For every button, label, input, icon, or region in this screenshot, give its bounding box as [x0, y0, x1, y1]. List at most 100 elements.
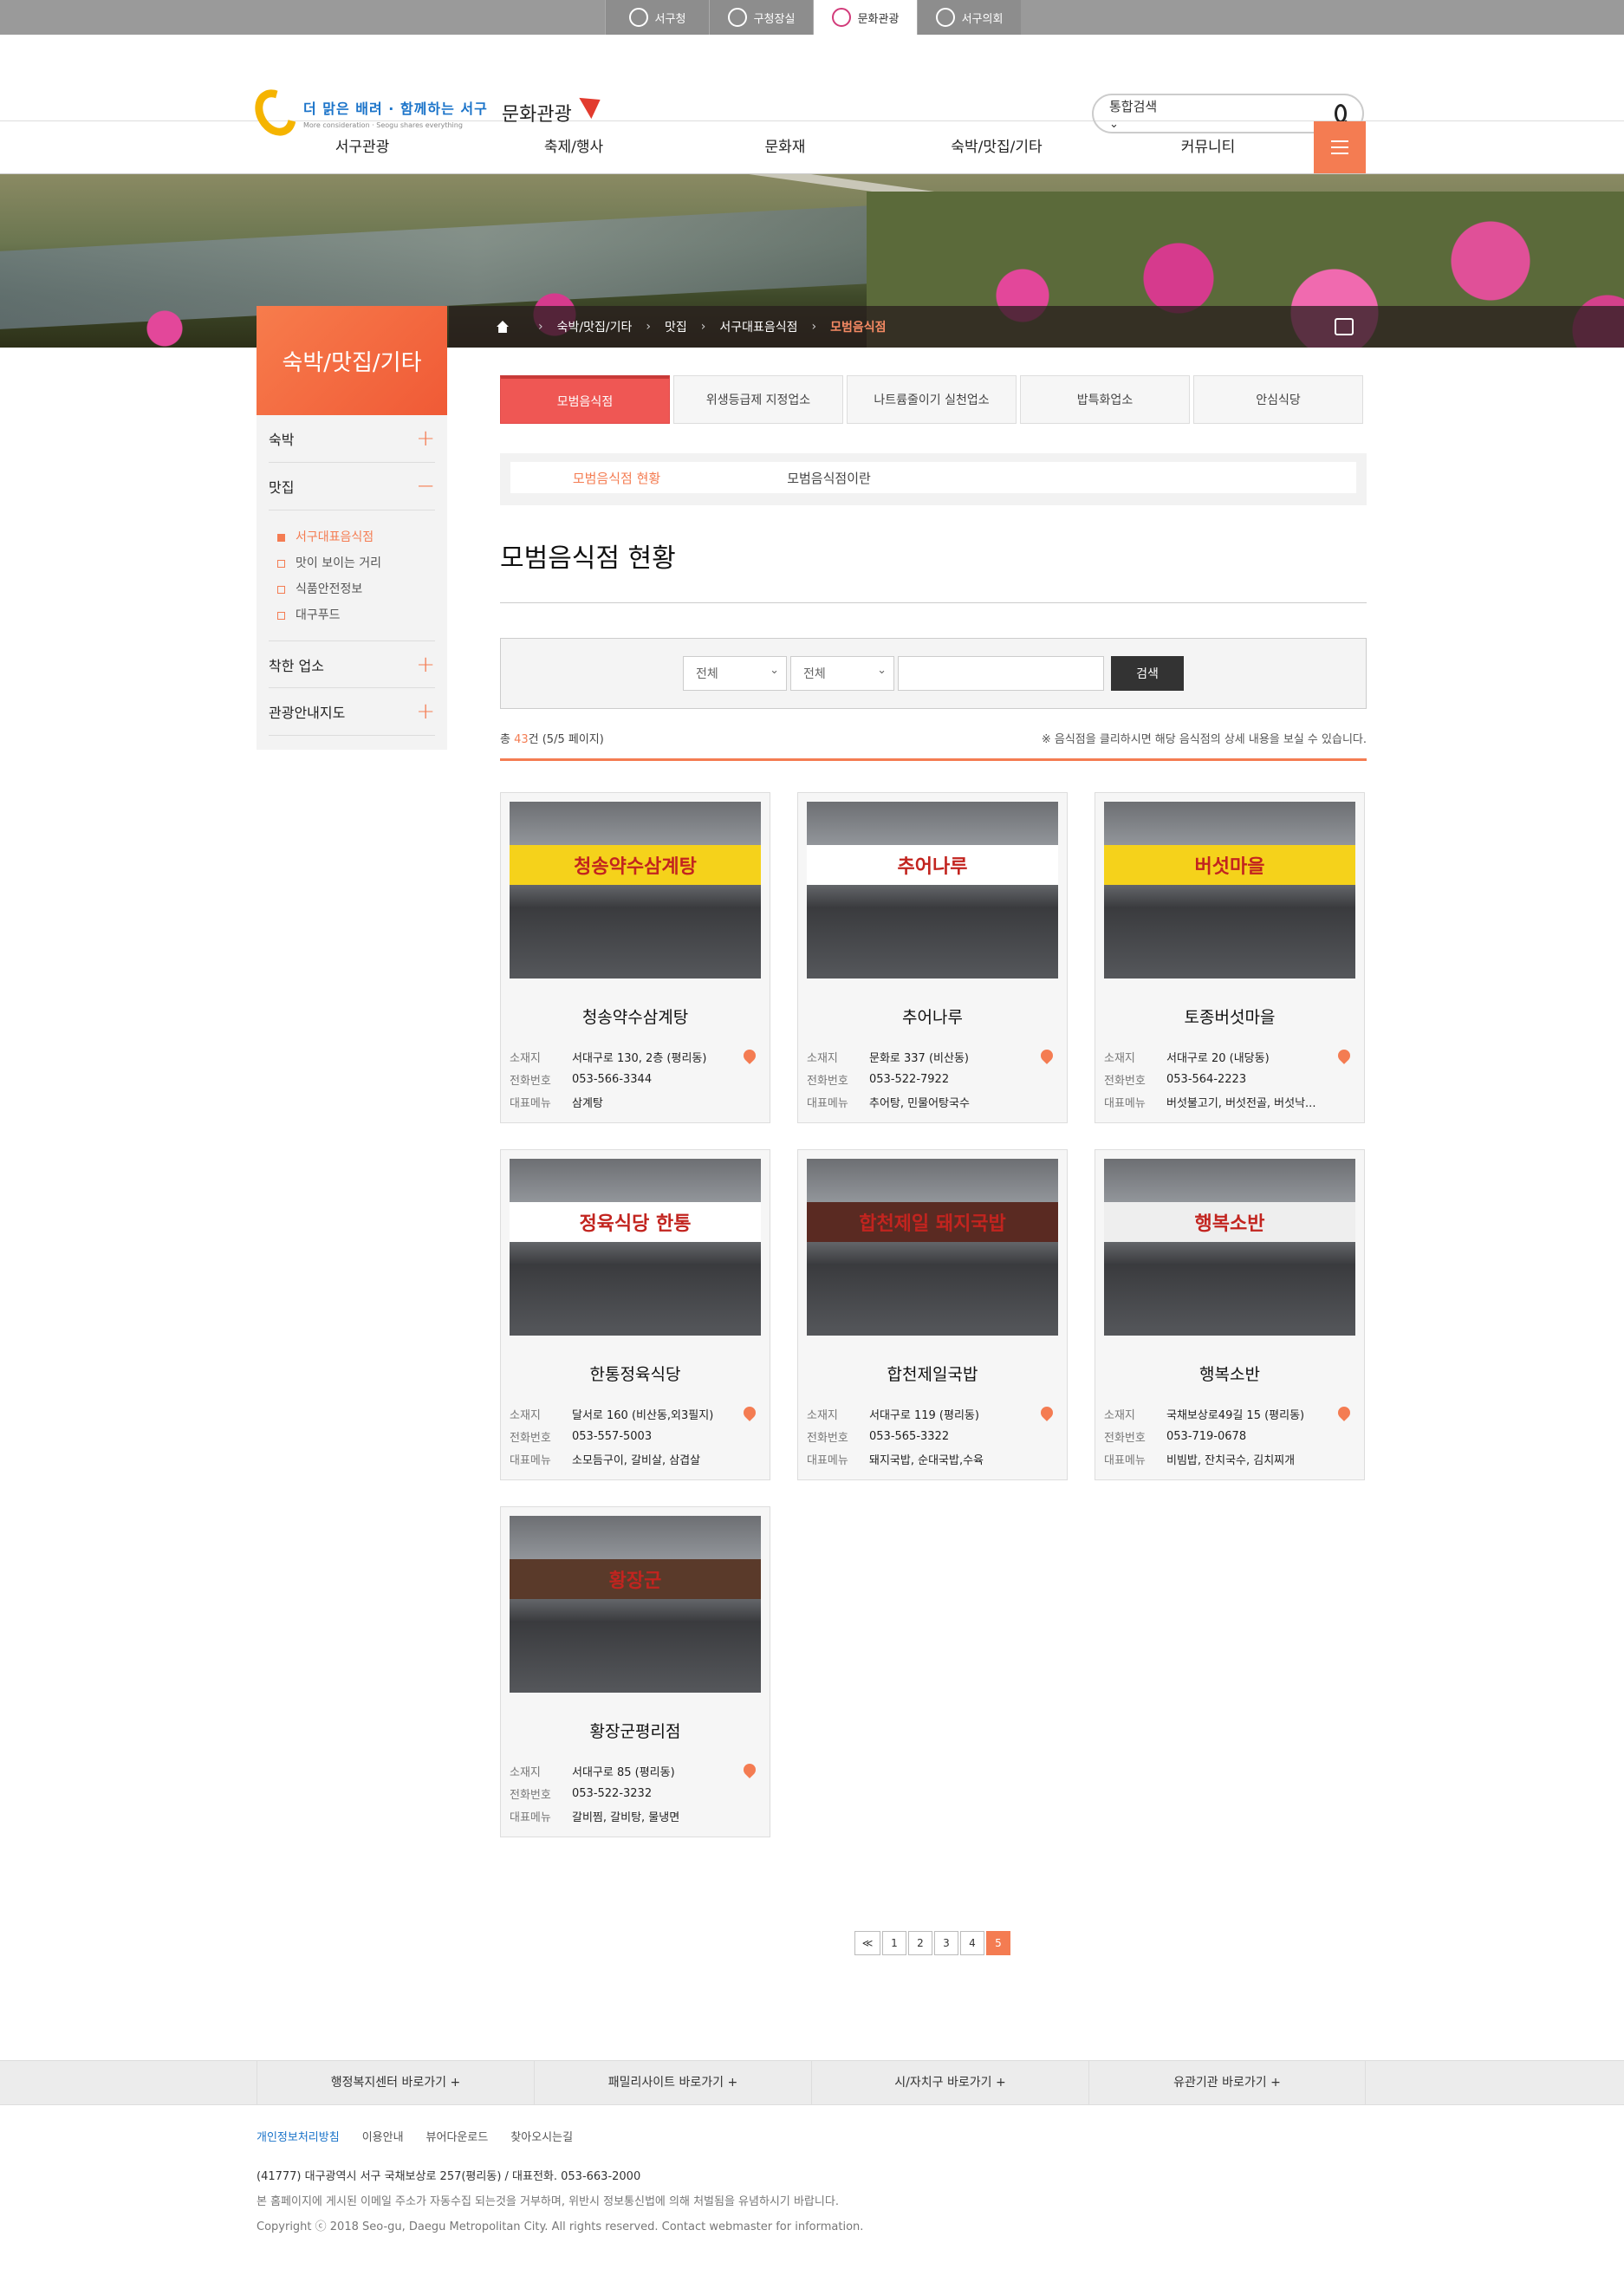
storefront-sign: 행복소반 — [1104, 1202, 1355, 1242]
site-tab-mayor[interactable]: 구청장실 — [709, 0, 813, 35]
tab-rice[interactable]: 밥특화업소 — [1020, 375, 1190, 424]
restaurant-card[interactable]: 버섯마을 토종버섯마을 소재지 서대구로 20 (내당동) 전화번호 053-564-22… — [1095, 792, 1365, 1123]
menu-label: 대표메뉴 — [1104, 1096, 1146, 1110]
restaurant-photo[interactable]: 추어나루 — [807, 802, 1058, 978]
side-subitem-street[interactable]: 맛이 보이는 거리 — [277, 550, 426, 576]
page-button[interactable]: 3 — [934, 1931, 958, 1955]
restaurant-photo[interactable]: 행복소반 — [1104, 1159, 1355, 1336]
nav-community[interactable]: 커뮤니티 — [1102, 121, 1314, 173]
side-item-lodging[interactable]: 숙박 + — [269, 415, 435, 463]
tab-sodium[interactable]: 나트륨줄이기 실천업소 — [847, 375, 1017, 424]
restaurant-phone: 053-557-5003 — [572, 1429, 653, 1443]
page-button-current[interactable]: 5 — [986, 1931, 1010, 1955]
restaurant-name[interactable]: 행복소반 — [1104, 1362, 1355, 1385]
restaurant-address: 서대구로 85 (평리동) — [572, 1765, 675, 1779]
footer-directions-link[interactable]: 찾아오시는길 — [510, 2128, 573, 2144]
search-icon[interactable] — [1334, 104, 1347, 123]
search-input[interactable] — [1161, 106, 1335, 121]
side-menu: 숙박/맛집/기타 숙박 + 맛집 − 서구대표음식점 맛이 보이는 거리 식품안전정… — [257, 306, 447, 750]
nav-festival[interactable]: 축제/행사 — [468, 121, 679, 173]
restaurant-card[interactable]: 청송약수삼계탕 청송약수삼계탕 소재지 서대구로 130, 2층 (평리동) 전화번호 0… — [500, 792, 770, 1123]
restaurant-photo[interactable]: 청송약수삼계탕 — [510, 802, 761, 978]
search-button[interactable]: 검색 — [1111, 656, 1184, 691]
search-form: 전체 전체 검색 — [500, 638, 1367, 709]
restaurant-photo[interactable]: 버섯마을 — [1104, 802, 1355, 978]
breadcrumb-item[interactable]: 숙박/맛집/기타 — [557, 318, 633, 335]
restaurant-photo[interactable]: 정육식당 한통 — [510, 1159, 761, 1336]
page-title: 모범음식점 현황 — [500, 536, 1367, 603]
page-button[interactable]: 1 — [882, 1931, 906, 1955]
restaurant-name[interactable]: 황장군평리점 — [510, 1719, 761, 1742]
nav-lodging-food[interactable]: 숙박/맛집/기타 — [891, 121, 1102, 173]
restaurant-address: 국채보상로49길 15 (평리동) — [1166, 1408, 1305, 1422]
breadcrumb: › 숙박/맛집/기타 › 맛집 › 서구대표음식점 › 모범음식점 — [449, 306, 1624, 348]
restaurant-name[interactable]: 한통정육식당 — [510, 1362, 761, 1385]
restaurant-phone: 053-719-0678 — [1166, 1429, 1247, 1443]
result-note: ※ 음식점을 클리하시면 해당 음식점의 상세 내용을 보실 수 있습니다. — [1041, 733, 1367, 746]
keyword-input[interactable] — [898, 656, 1104, 691]
home-icon[interactable] — [497, 321, 509, 333]
footer-link-agencies[interactable]: 유관기관 바로가기 + — [1088, 2061, 1366, 2104]
hamburger-menu-icon[interactable] — [1314, 121, 1366, 173]
restaurant-menu: 소모듬구이, 갈비살, 삼겹살 — [572, 1453, 701, 1467]
side-item-good-shop[interactable]: 착한 업소 + — [269, 640, 435, 688]
restaurant-name[interactable]: 청송약수삼계탕 — [510, 1004, 761, 1028]
sprout-icon — [727, 8, 747, 27]
result-summary: 총 43건 (5/5 페이지) ※ 음식점을 클리하시면 해당 음식점의 상세 … — [500, 730, 1367, 761]
restaurant-card[interactable]: 추어나루 추어나루 소재지 문화로 337 (비산동) 전화번호 053-522-7922… — [797, 792, 1068, 1123]
nav-heritage[interactable]: 문화재 — [679, 121, 891, 173]
storefront-sign: 황장군 — [510, 1559, 761, 1599]
restaurant-phone: 053-564-2223 — [1166, 1072, 1247, 1086]
breadcrumb-item[interactable]: 맛집 — [665, 318, 687, 335]
footer-link-districts[interactable]: 시/자치구 바로가기 + — [811, 2061, 1088, 2104]
footer-guide-link[interactable]: 이용안내 — [362, 2128, 404, 2144]
tab-safe[interactable]: 안심식당 — [1193, 375, 1363, 424]
restaurant-grid: 청송약수삼계탕 청송약수삼계탕 소재지 서대구로 130, 2층 (평리동) 전화번호 0… — [500, 792, 1367, 1837]
storefront-sign: 추어나루 — [807, 845, 1058, 885]
side-item-map[interactable]: 관광안내지도 + — [269, 688, 435, 736]
phone-label: 전화번호 — [807, 1074, 848, 1088]
restaurant-menu: 비빔밥, 잔치국수, 김치찌개 — [1166, 1453, 1296, 1467]
footer-link-family[interactable]: 패밀리사이트 바로가기 + — [534, 2061, 811, 2104]
restaurant-card[interactable]: 행복소반 행복소반 소재지 국채보상로49길 15 (평리동) 전화번호 053-719-… — [1095, 1149, 1365, 1480]
page-button[interactable]: 4 — [960, 1931, 984, 1955]
restaurant-photo[interactable]: 합천제일 돼지국밥 — [807, 1159, 1058, 1336]
breadcrumb-item[interactable]: 서구대표음식점 — [719, 318, 797, 335]
side-subitem-daegu-food[interactable]: 대구푸드 — [277, 602, 426, 628]
footer-privacy-link[interactable]: 개인정보처리방침 — [257, 2128, 340, 2144]
footer-viewer-link[interactable]: 뷰어다운로드 — [426, 2128, 489, 2144]
phone-label: 전화번호 — [1104, 1431, 1146, 1445]
restaurant-name[interactable]: 추어나루 — [807, 1004, 1058, 1028]
phone-label: 전화번호 — [510, 1431, 551, 1445]
restaurant-card[interactable]: 황장군 황장군평리점 소재지 서대구로 85 (평리동) 전화번호 053-522-323… — [500, 1506, 770, 1837]
subtab-about[interactable]: 모범음식점이란 — [723, 469, 935, 487]
storefront-sign: 합천제일 돼지국밥 — [807, 1202, 1058, 1242]
tab-hygiene-grade[interactable]: 위생등급제 지정업소 — [673, 375, 843, 424]
site-tab-culture[interactable]: 문화관광 — [813, 0, 917, 35]
side-subitem-safety[interactable]: 식품안전정보 — [277, 576, 426, 602]
menu-label: 대표메뉴 — [510, 1811, 551, 1824]
restaurant-phone: 053-565-3322 — [869, 1429, 950, 1443]
filter-select-1[interactable]: 전체 — [683, 656, 787, 691]
restaurant-name[interactable]: 토종버섯마을 — [1104, 1004, 1355, 1028]
address-label: 소재지 — [807, 1408, 838, 1422]
restaurant-card[interactable]: 합천제일 돼지국밥 합천제일국밥 소재지 서대구로 119 (평리동) 전화번호 053-… — [797, 1149, 1068, 1480]
pagination: ≪ 1 2 3 4 5 — [854, 1931, 1010, 1955]
nav-tourism[interactable]: 서구관광 — [257, 121, 468, 173]
footer-link-centers[interactable]: 행정복지센터 바로가기 + — [257, 2061, 534, 2104]
page-button[interactable]: 2 — [908, 1931, 932, 1955]
site-tab-seogu[interactable]: 서구청 — [605, 0, 709, 35]
restaurant-card[interactable]: 정육식당 한통 한통정육식당 소재지 달서로 160 (비산동,외3필지) 전화번호 05… — [500, 1149, 770, 1480]
first-page-button[interactable]: ≪ — [854, 1931, 880, 1955]
restaurant-menu: 삼계탕 — [572, 1096, 603, 1110]
subtab-status[interactable]: 모범음식점 현황 — [510, 469, 723, 487]
print-icon[interactable] — [1335, 318, 1354, 335]
side-subitem-representative[interactable]: 서구대표음식점 — [277, 524, 426, 550]
side-item-food[interactable]: 맛집 − — [269, 463, 435, 510]
tab-model-restaurant[interactable]: 모범음식점 — [500, 375, 670, 424]
restaurant-name[interactable]: 합천제일국밥 — [807, 1362, 1058, 1385]
restaurant-photo[interactable]: 황장군 — [510, 1516, 761, 1693]
site-tab-council[interactable]: 서구의회 — [917, 0, 1021, 35]
restaurant-address: 서대구로 130, 2층 (평리동) — [572, 1051, 707, 1065]
filter-select-2[interactable]: 전체 — [790, 656, 894, 691]
